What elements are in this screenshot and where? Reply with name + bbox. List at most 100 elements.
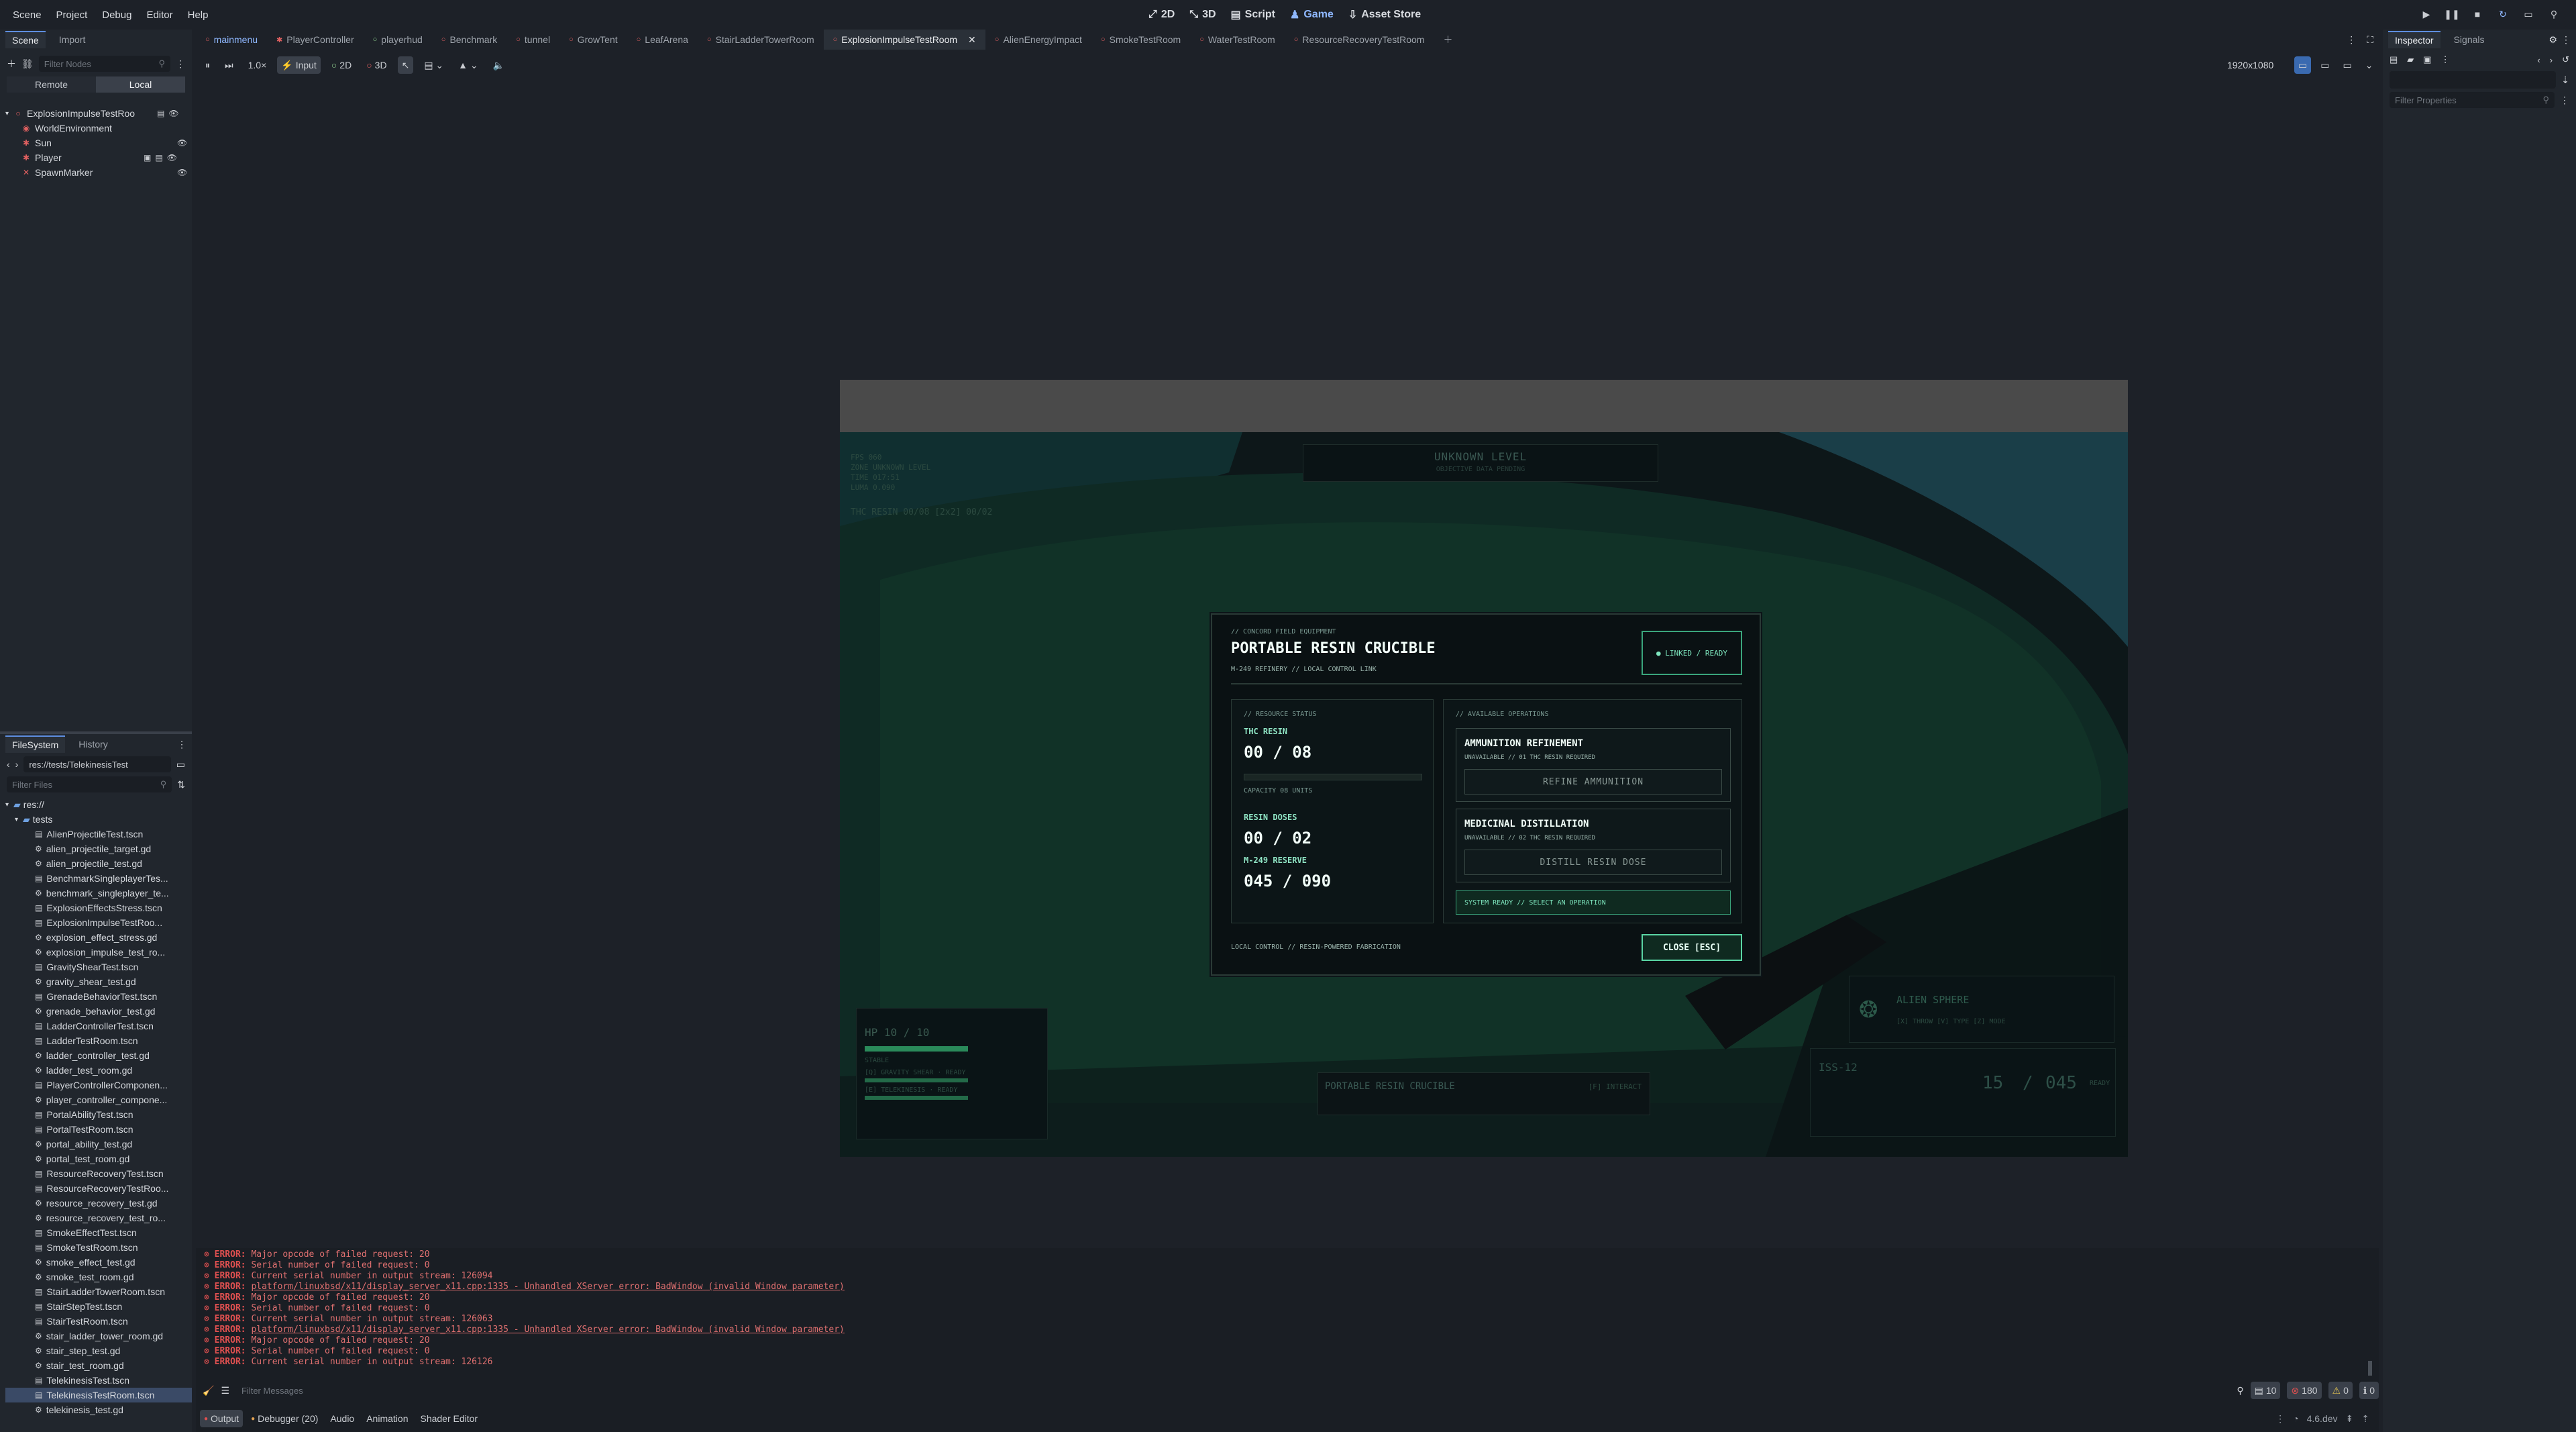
file-item[interactable]: ▤ PortalTestRoom.tscn xyxy=(5,1122,192,1137)
scene-tab[interactable]: ○ playerhud xyxy=(364,30,432,50)
error-count-toggle[interactable]: ⊗ 180 xyxy=(2287,1382,2322,1399)
window-icon[interactable]: ▭ xyxy=(2316,56,2333,74)
menu-project[interactable]: Project xyxy=(49,9,95,21)
filter-messages-input[interactable]: Filter Messages xyxy=(236,1382,2230,1398)
mode-script-button[interactable]: ▤ Script xyxy=(1231,8,1275,21)
play-icon[interactable]: ▶ xyxy=(2418,5,2435,23)
speed-selector[interactable]: 1.0× xyxy=(244,56,271,74)
tab-history[interactable]: History xyxy=(72,736,115,752)
mode-game-button[interactable]: ♟ Game xyxy=(1290,8,1334,21)
tree-node-sun[interactable]: ✱ Sun 👁 xyxy=(5,136,192,150)
filter-files-input[interactable]: Filter Files ⚲ xyxy=(7,776,172,792)
file-item[interactable]: ⚙ ladder_controller_test.gd xyxy=(5,1048,192,1063)
tab-inspector[interactable]: Inspector xyxy=(2388,31,2440,48)
more-icon[interactable]: ⋮ xyxy=(177,739,186,750)
forward-icon[interactable]: › xyxy=(15,759,19,770)
filter-nodes-input[interactable]: Filter Nodes ⚲ xyxy=(38,56,170,72)
back-icon[interactable]: ‹ xyxy=(7,759,10,770)
file-item[interactable]: ⚙ explosion_impulse_test_ro... xyxy=(5,945,192,960)
visibility-icon[interactable]: 👁 xyxy=(168,109,178,118)
close-tab-icon[interactable]: ✕ xyxy=(968,34,976,46)
file-item[interactable]: ▤ GravityShearTest.tscn xyxy=(5,960,192,974)
file-item[interactable]: ▤ SmokeTestRoom.tscn xyxy=(5,1240,192,1255)
tab-import[interactable]: Import xyxy=(52,32,93,48)
add-tab-icon[interactable]: ＋ xyxy=(1434,30,1462,50)
file-item[interactable]: ▤ ExplosionEffectsStress.tscn xyxy=(5,901,192,915)
mode-3d-button[interactable]: ⤡ 3D xyxy=(1189,9,1216,21)
game-render[interactable]: FPS 060 ZONE UNKNOWN LEVEL TIME 017:51 L… xyxy=(840,432,2128,1157)
distill-resin-button[interactable]: DISTILL RESIN DOSE xyxy=(1464,850,1722,875)
scene-tab[interactable]: ○ ExplosionImpulseTestRoom ✕ xyxy=(823,30,985,50)
more-icon[interactable]: ⋮ xyxy=(2561,34,2571,46)
save-icon[interactable]: ▣ xyxy=(2423,54,2431,65)
tree-node-spawnmarker[interactable]: ✕ SpawnMarker 👁 xyxy=(5,165,192,180)
file-item[interactable]: ▤ PlayerControllerComponen... xyxy=(5,1078,192,1092)
collapse-icon[interactable]: ▾ xyxy=(15,816,23,823)
file-item[interactable]: ▤ TelekinesisTest.tscn xyxy=(5,1373,192,1388)
path-field[interactable]: res://tests/TelekinesisTest xyxy=(23,756,171,772)
script-icon[interactable]: ▤ xyxy=(157,109,164,118)
history-back-icon[interactable]: ‹ xyxy=(2537,55,2540,65)
visibility-icon[interactable]: 👁 xyxy=(177,138,187,148)
sort-icon[interactable]: ⇅ xyxy=(177,779,185,790)
scene-tab[interactable]: ○ WaterTestRoom xyxy=(1190,30,1285,50)
file-item[interactable]: ▤ ResourceRecoveryTestRoo... xyxy=(5,1181,192,1196)
select-2d-button[interactable]: ○ 2D xyxy=(327,56,356,74)
more-icon[interactable]: ⋮ xyxy=(2347,34,2356,46)
menu-help[interactable]: Help xyxy=(180,9,216,21)
scene-tab[interactable]: ○ AlienEnergyImpact xyxy=(985,30,1091,50)
file-item[interactable]: ⚙ portal_ability_test.gd xyxy=(5,1137,192,1152)
dock-options-icon[interactable]: ⚙ xyxy=(2548,34,2557,46)
tree-node-worldenv[interactable]: ◉ WorldEnvironment xyxy=(5,121,192,136)
scene-tab[interactable]: ○ ResourceRecoveryTestRoom xyxy=(1285,30,1434,50)
file-item[interactable]: ▤ ExplosionImpulseTestRoo... xyxy=(5,915,192,930)
tab-audio[interactable]: Audio xyxy=(326,1410,358,1427)
visibility-icon[interactable]: 👁 xyxy=(167,153,177,162)
file-item[interactable]: ⚙ benchmark_singleplayer_te... xyxy=(5,886,192,901)
tab-filesystem[interactable]: FileSystem xyxy=(5,735,66,753)
pin-panel-icon[interactable]: ⇡ xyxy=(2361,1413,2369,1425)
file-item[interactable]: ⚙ portal_test_room.gd xyxy=(5,1152,192,1166)
tab-shader-editor[interactable]: Shader Editor xyxy=(416,1410,482,1427)
file-item[interactable]: ▤ StairStepTest.tscn xyxy=(5,1299,192,1314)
file-item[interactable]: ⚙ resource_recovery_test_ro... xyxy=(5,1211,192,1225)
folder-root[interactable]: ▾ ▰ res:// xyxy=(5,797,192,812)
file-item[interactable]: ▤ PortalAbilityTest.tscn xyxy=(5,1107,192,1122)
collapse-icon[interactable]: ▾ xyxy=(5,110,13,117)
tree-node-root[interactable]: ▾ ○ ExplosionImpulseTestRoo ▤ 👁 xyxy=(5,106,192,121)
embed-icon[interactable]: ▭ xyxy=(2294,56,2312,74)
input-toggle[interactable]: ⚡ Input xyxy=(277,56,321,74)
file-item[interactable]: ⚙ alien_projectile_test.gd xyxy=(5,856,192,871)
scene-tab[interactable]: ○ LeafArena xyxy=(627,30,698,50)
tree-node-player[interactable]: ✱ Player ▣ ▤ 👁 xyxy=(5,150,192,165)
file-item[interactable]: ⚙ stair_step_test.gd xyxy=(5,1343,192,1358)
scene-tab[interactable]: ○ mainmenu xyxy=(196,30,267,50)
list-select-icon[interactable]: ▤ ⌄ xyxy=(420,56,447,74)
warning-count-toggle[interactable]: ⚠ 0 xyxy=(2328,1382,2353,1399)
scene-tab[interactable]: ○ GrowTent xyxy=(559,30,627,50)
scene-instance-icon[interactable]: ▣ xyxy=(144,153,151,162)
file-item[interactable]: ▤ LadderControllerTest.tscn xyxy=(5,1019,192,1033)
file-item[interactable]: ⚙ telekinesis_test.gd xyxy=(5,1402,192,1417)
options-icon[interactable]: ⌄ xyxy=(2361,56,2377,74)
link-icon[interactable]: ⛓ xyxy=(21,58,34,70)
collapse-icon[interactable]: ▾ xyxy=(5,801,13,809)
search-icon[interactable]: ⚲ xyxy=(2237,1385,2243,1396)
mode-asset-store-button[interactable]: ⇩ Asset Store xyxy=(1348,8,1421,21)
next-frame-icon[interactable]: ⏭ xyxy=(221,56,237,74)
menu-scene[interactable]: Scene xyxy=(5,9,49,21)
file-item[interactable]: ▤ StairTestRoom.tscn xyxy=(5,1314,192,1329)
visibility-icon[interactable]: 👁 xyxy=(177,168,187,177)
distraction-free-icon[interactable]: ⛶ xyxy=(2367,34,2373,46)
file-item[interactable]: ▤ TelekinesisTestRoom.tscn xyxy=(5,1388,192,1402)
camera-override-icon[interactable]: ▲ ⌄ xyxy=(454,56,482,74)
more-icon[interactable]: ⋮ xyxy=(2441,54,2450,65)
menu-debug[interactable]: Debug xyxy=(95,9,139,21)
expand-panel-icon[interactable]: ⇞ xyxy=(2346,1413,2354,1425)
keep-aspect-icon[interactable]: ▭ xyxy=(2339,56,2355,74)
copy-icon[interactable]: ☰ xyxy=(221,1385,229,1396)
scene-tab[interactable]: ○ StairLadderTowerRoom xyxy=(698,30,824,50)
file-item[interactable]: ▤ SmokeEffectTest.tscn xyxy=(5,1225,192,1240)
file-item[interactable]: ⚙ smoke_effect_test.gd xyxy=(5,1255,192,1270)
pause-icon[interactable]: ❚❚ xyxy=(2443,5,2461,23)
